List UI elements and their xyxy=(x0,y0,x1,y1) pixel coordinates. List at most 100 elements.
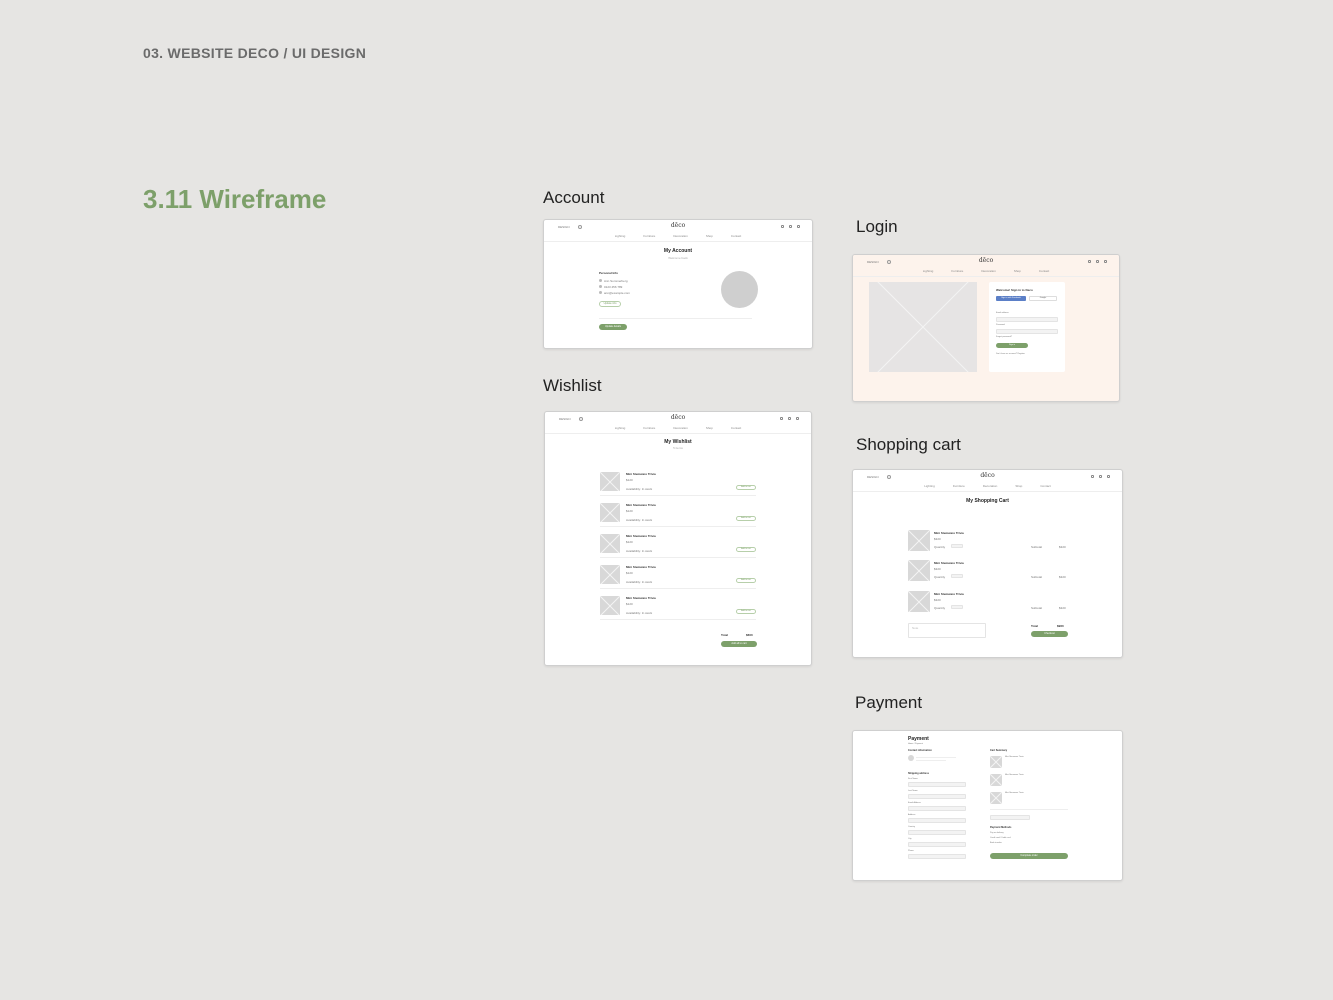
deco-logo[interactable]: dēco xyxy=(980,472,994,479)
nav-link-furniture[interactable]: Furniture xyxy=(953,484,965,488)
password-field[interactable] xyxy=(996,329,1058,334)
cart-frame[interactable]: DESIGN dēco Lighting Furniture Decoratio… xyxy=(852,469,1123,658)
deco-logo[interactable]: dēco xyxy=(671,222,685,229)
signin-button[interactable]: Sign in xyxy=(996,343,1028,348)
google-signin-button[interactable]: Google xyxy=(1029,296,1057,301)
avatar[interactable] xyxy=(721,271,758,308)
nav-brand[interactable]: DESIGN xyxy=(867,260,879,264)
product-name[interactable]: Mini Stemware Trivia xyxy=(934,592,964,596)
deco-logo[interactable]: dēco xyxy=(979,257,993,264)
nav-link-shop[interactable]: Shop xyxy=(1015,484,1022,488)
quantity-stepper[interactable] xyxy=(951,544,963,548)
product-image-placeholder xyxy=(600,534,620,553)
phone-field[interactable] xyxy=(908,854,966,859)
product-stock: Availability: In stock xyxy=(626,518,653,522)
search-icon[interactable] xyxy=(887,260,891,264)
update-info-button[interactable]: Update info xyxy=(599,301,621,307)
nav-link-contact[interactable]: Contact xyxy=(1040,484,1050,488)
payment-option[interactable]: Pay on delivery xyxy=(990,832,1004,834)
add-to-cart-button[interactable]: Add to cart xyxy=(736,547,756,552)
heart-icon[interactable] xyxy=(780,417,783,420)
product-name[interactable]: Mini Stemware Trivia xyxy=(626,503,656,507)
cart-icon[interactable] xyxy=(1096,260,1099,263)
nav-link-lighting[interactable]: Lighting xyxy=(924,484,935,488)
nav-link-shop[interactable]: Shop xyxy=(1014,269,1021,273)
country-select[interactable] xyxy=(908,830,966,835)
product-name[interactable]: Mini Stemware Trivia xyxy=(934,531,964,535)
last-name-field[interactable] xyxy=(908,794,966,799)
product-name[interactable]: Mini Stemware Trivia xyxy=(626,596,656,600)
nav-link-furniture[interactable]: Furniture xyxy=(643,426,655,430)
update-details-button[interactable]: Update details xyxy=(599,324,627,330)
city-select[interactable] xyxy=(908,842,966,847)
heart-icon[interactable] xyxy=(1088,260,1091,263)
quantity-stepper[interactable] xyxy=(951,605,963,609)
register-link[interactable]: Don't have an account? Register xyxy=(996,353,1025,355)
cart-icon[interactable] xyxy=(1099,475,1102,478)
product-name[interactable]: Mini Stemware Trivia xyxy=(626,472,656,476)
heart-icon[interactable] xyxy=(781,225,784,228)
product-name[interactable]: Mini Stemware Trivia xyxy=(626,565,656,569)
product-price: $320 xyxy=(934,598,941,602)
heart-icon[interactable] xyxy=(1091,475,1094,478)
facebook-signin-button[interactable]: Sign in with Facebook xyxy=(996,296,1026,301)
note-textarea[interactable]: Note xyxy=(908,623,986,638)
account-nav: DESIGN dēco Lighting Furniture Decoratio… xyxy=(544,220,812,242)
add-to-cart-button[interactable]: Add to cart xyxy=(736,578,756,583)
nav-link-furniture[interactable]: Furniture xyxy=(951,269,963,273)
nav-brand[interactable]: DESIGN xyxy=(867,475,879,479)
user-icon[interactable] xyxy=(796,417,799,420)
search-icon[interactable] xyxy=(887,475,891,479)
add-to-cart-button[interactable]: Add to cart xyxy=(736,609,756,614)
add-to-cart-button[interactable]: Add to cart xyxy=(736,516,756,521)
nav-link-contact[interactable]: Contact xyxy=(731,234,741,238)
deco-logo[interactable]: dēco xyxy=(671,414,685,421)
user-icon[interactable] xyxy=(1104,260,1107,263)
nav-link-contact[interactable]: Contact xyxy=(1039,269,1049,273)
nav-link-shop[interactable]: Shop xyxy=(706,234,713,238)
first-name-field[interactable] xyxy=(908,782,966,787)
product-name[interactable]: Mini Stemware Trivia xyxy=(934,561,964,565)
email-field[interactable] xyxy=(996,317,1058,322)
account-frame[interactable]: DESIGN dēco Lighting Furniture Decoratio… xyxy=(543,219,813,349)
search-icon[interactable] xyxy=(579,417,583,421)
forgot-password-link[interactable]: Forgot password? xyxy=(996,336,1012,338)
nav-brand[interactable]: DESIGN xyxy=(559,417,571,421)
payment-option[interactable]: Credit card / Debit card xyxy=(990,837,1011,839)
search-icon[interactable] xyxy=(578,225,582,229)
nav-link-furniture[interactable]: Furniture xyxy=(643,234,655,238)
product-name[interactable]: Mini Stemware Trivia xyxy=(626,534,656,538)
nav-link-contact[interactable]: Contact xyxy=(731,426,741,430)
nav-link-decoration[interactable]: Decoration xyxy=(981,269,996,273)
avatar xyxy=(908,755,914,761)
nav-link-lighting[interactable]: Lighting xyxy=(923,269,934,273)
address-field[interactable] xyxy=(908,818,966,823)
product-price: $120 xyxy=(626,571,633,575)
nav-link-decoration[interactable]: Decoration xyxy=(673,234,688,238)
nav-link-lighting[interactable]: Lighting xyxy=(615,426,626,430)
product-image-placeholder xyxy=(908,560,930,581)
add-to-cart-button[interactable]: Add to cart xyxy=(736,485,756,490)
payment-frame[interactable]: Payment Home / Payment Contact informati… xyxy=(852,730,1123,881)
account-label: Account xyxy=(543,188,605,207)
divider xyxy=(600,588,756,589)
nav-link-decoration[interactable]: Decoration xyxy=(983,484,998,488)
email-field[interactable] xyxy=(908,806,966,811)
login-frame[interactable]: DESIGN dēco Lighting Furniture Decoratio… xyxy=(852,254,1120,402)
coupon-field[interactable] xyxy=(990,815,1030,820)
mail-icon xyxy=(599,291,602,294)
nav-link-decoration[interactable]: Decoration xyxy=(673,426,688,430)
cart-icon[interactable] xyxy=(788,417,791,420)
complete-order-button[interactable]: Complete order xyxy=(990,853,1068,859)
nav-link-lighting[interactable]: Lighting xyxy=(615,234,626,238)
add-all-to-cart-button[interactable]: Add all to cart xyxy=(721,641,757,647)
checkout-button[interactable]: Checkout xyxy=(1031,631,1068,637)
user-icon[interactable] xyxy=(1107,475,1110,478)
nav-brand[interactable]: DESIGN xyxy=(558,225,570,229)
quantity-stepper[interactable] xyxy=(951,574,963,578)
payment-option[interactable]: Bank transfer xyxy=(990,842,1002,844)
wishlist-frame[interactable]: DESIGN dēco Lighting Furniture Decoratio… xyxy=(544,411,812,666)
user-icon[interactable] xyxy=(789,225,792,228)
cart-icon[interactable] xyxy=(797,225,800,228)
nav-link-shop[interactable]: Shop xyxy=(706,426,713,430)
